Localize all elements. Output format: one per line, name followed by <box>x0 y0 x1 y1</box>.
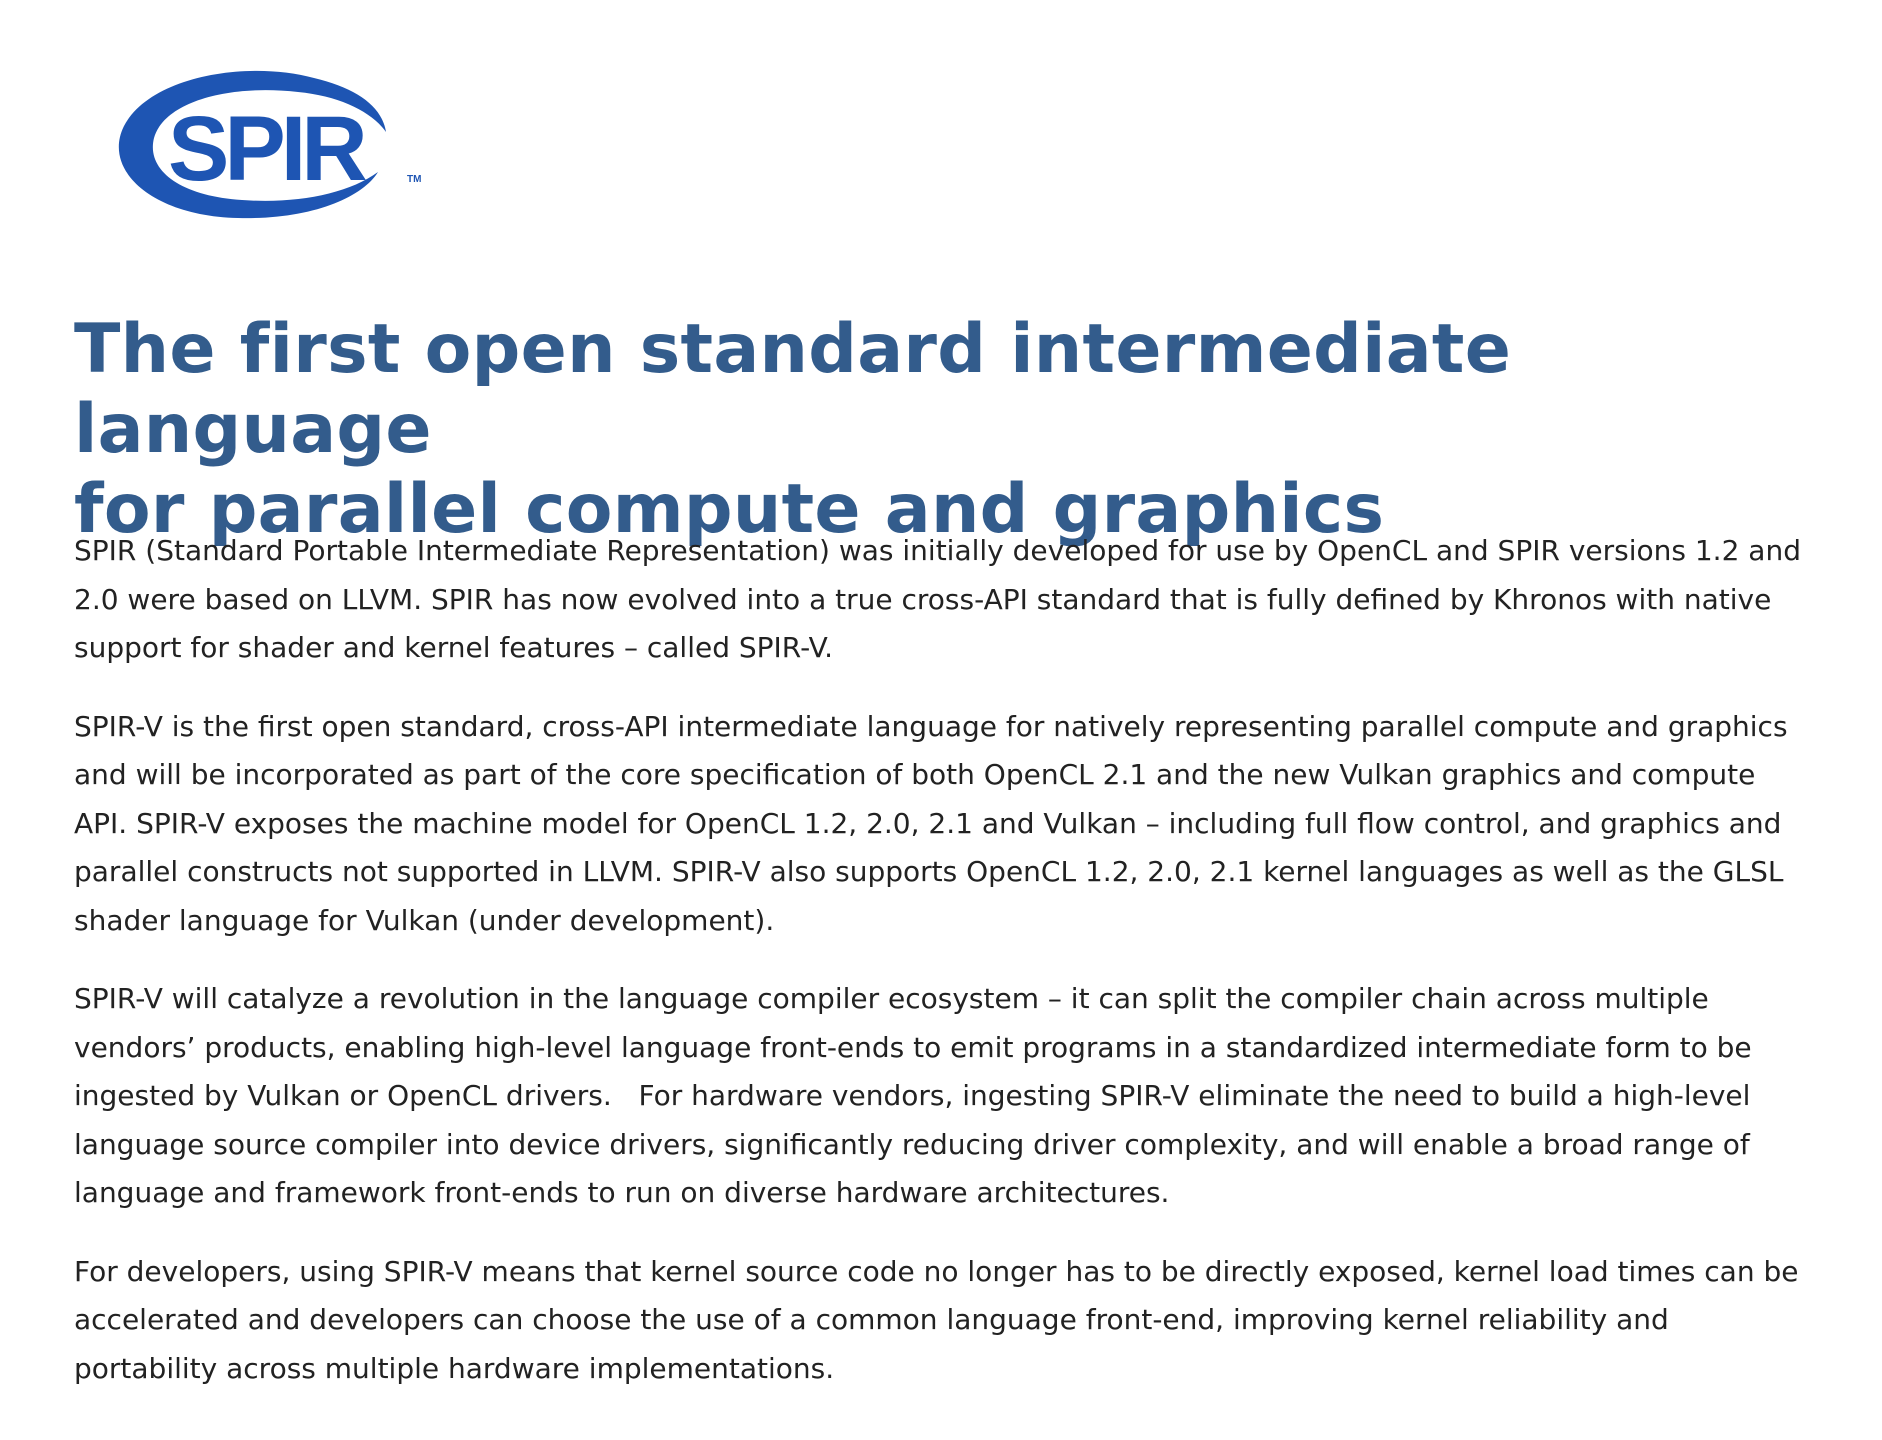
logo-trademark: TM <box>407 174 421 185</box>
logo-wordmark: SPIR <box>168 98 366 200</box>
paragraph-spirv-overview: SPIR-V is the first open standard, cross… <box>74 709 1797 937</box>
paragraph-spir-intro: SPIR (Standard Portable Intermediate Rep… <box>74 534 1810 664</box>
spir-logo: SPIR TM <box>110 66 430 226</box>
headline-line-1: The first open standard intermediate lan… <box>74 310 1512 469</box>
paragraph-compiler-ecosystem: SPIR-V will catalyze a revolution in the… <box>74 982 1761 1209</box>
article-body: SPIR (Standard Portable Intermediate Rep… <box>74 527 1814 1423</box>
paragraph-developers: For developers, using SPIR-V means that … <box>74 1254 1808 1385</box>
page-headline: The first open standard intermediate lan… <box>74 310 1834 550</box>
